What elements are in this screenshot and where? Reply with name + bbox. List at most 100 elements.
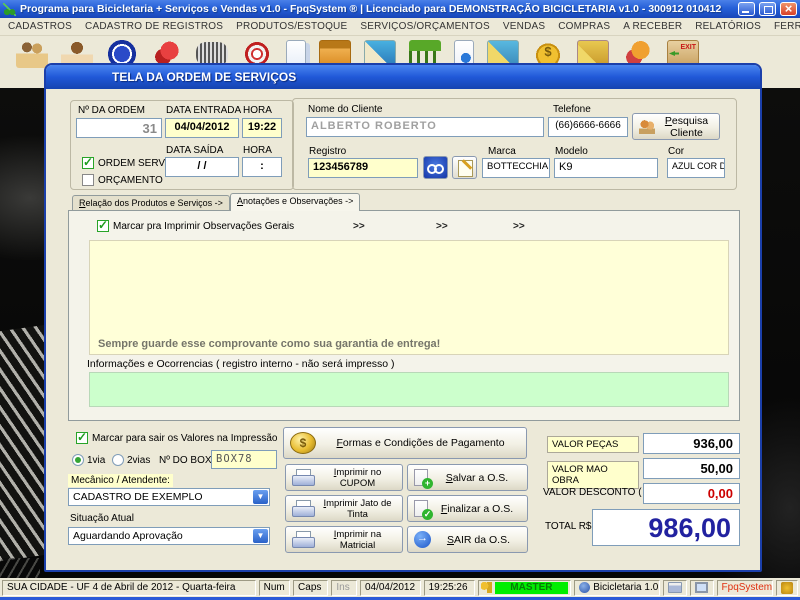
- client-name-field[interactable]: ALBERTO ROBERTO: [306, 117, 544, 137]
- status-user-cell: MASTER: [477, 579, 572, 596]
- menu-produtos-estoque[interactable]: PRODUTOS/ESTOQUE: [236, 21, 347, 32]
- registration-label: Registro: [309, 146, 347, 157]
- phone-field[interactable]: (66)6666-6666: [548, 117, 628, 137]
- bike-lookup-button[interactable]: [423, 156, 448, 179]
- entry-date-label: DATA ENTRADA: [166, 105, 242, 116]
- menu-relatorios[interactable]: RELATÓRIOS: [695, 21, 761, 32]
- observations-text: Sempre guarde esse comprovante como sua …: [98, 338, 441, 350]
- clients-icon[interactable]: [16, 40, 48, 68]
- minimize-button[interactable]: [738, 2, 755, 16]
- parts-value-label: VALOR PEÇAS: [547, 436, 639, 453]
- internal-info-textarea[interactable]: [89, 372, 729, 407]
- dialog-titlebar[interactable]: TELA DA ORDEM DE SERVIÇOS: [46, 65, 760, 89]
- service-order-checkbox[interactable]: [82, 155, 94, 169]
- print-receipt-button[interactable]: Imprimir no CUPOM: [285, 464, 403, 491]
- search-client-icon: [639, 119, 655, 134]
- total-field: 986,00: [592, 509, 740, 546]
- labor-value-field[interactable]: 50,00: [643, 458, 740, 479]
- window-titlebar[interactable]: Programa para Bicicletaria + Serviços e …: [0, 0, 800, 18]
- entry-date-field[interactable]: 04/04/2012: [165, 118, 239, 138]
- gold-lock-icon: [781, 581, 794, 594]
- status-time: 19:25:26: [423, 579, 475, 596]
- one-copy-label: 1via: [87, 455, 106, 466]
- registration-field[interactable]: 123456789: [308, 158, 418, 178]
- two-copies-radio[interactable]: [112, 454, 124, 466]
- printer-icon: [292, 531, 315, 548]
- menu-cadastro-de-registros[interactable]: CADASTRO DE REGISTROS: [85, 21, 223, 32]
- statusbar: SUA CIDADE - UF 4 de Abril de 2012 - Qua…: [0, 578, 800, 597]
- status-app-cell: Bicicletaria 1.0: [574, 579, 661, 596]
- client-name-label: Nome do Cliente: [308, 104, 383, 115]
- brand-field[interactable]: BOTTECCHIA: [482, 158, 550, 178]
- print-inkjet-button[interactable]: Imprimir Jato de Tinta: [285, 495, 403, 522]
- order-number-field[interactable]: 31: [76, 118, 162, 138]
- internal-info-label: Informações e Ocorrencias ( registro int…: [87, 358, 395, 370]
- color-label: Cor: [668, 146, 685, 157]
- budget-checkbox[interactable]: [82, 174, 94, 186]
- menu-a-receber[interactable]: A RECEBER: [623, 21, 682, 32]
- mechanic-label: Mecânico / Atendente:: [68, 474, 173, 487]
- menu-cadastros[interactable]: CADASTROS: [8, 21, 72, 32]
- total-label: TOTAL R$: [545, 521, 592, 532]
- key-icon: [480, 582, 492, 593]
- status-date: 04/04/2012: [359, 579, 421, 596]
- status-app: Bicicletaria 1.0: [593, 582, 659, 593]
- status-lock-cell[interactable]: [776, 579, 798, 596]
- menu-servicos-orcamentos[interactable]: SERVIÇOS/ORÇAMENTOS: [360, 21, 490, 32]
- color-field[interactable]: AZUL COR D: [667, 158, 725, 178]
- print-values-checkbox[interactable]: [76, 430, 88, 444]
- one-copy-radio[interactable]: [72, 454, 84, 466]
- printer-icon: [292, 500, 315, 517]
- tire-tread-texture: [0, 324, 46, 562]
- payment-terms-button[interactable]: Formas e Condições de Pagamento: [283, 427, 527, 459]
- model-field[interactable]: K9: [554, 158, 658, 178]
- menu-ferramentas[interactable]: FERRAMENTAS: [774, 21, 800, 32]
- entry-hour-field[interactable]: 19:22: [242, 118, 282, 138]
- status-printer-cell[interactable]: [663, 579, 687, 596]
- finalize-page-icon: [414, 500, 433, 520]
- app-badge-icon: [579, 582, 591, 593]
- save-order-button[interactable]: Salvar a O.S.: [407, 464, 528, 491]
- general-observations-textarea[interactable]: Sempre guarde esse comprovante como sua …: [89, 240, 729, 355]
- status-monitor-cell[interactable]: [689, 579, 714, 596]
- print-matrix-button[interactable]: Imprimir na Matricial: [285, 526, 403, 553]
- chevron-3: >>: [513, 221, 525, 232]
- restore-button[interactable]: [759, 2, 776, 16]
- discount-label: VALOR DESCONTO ( - ): [543, 487, 654, 498]
- exit-date-field[interactable]: / /: [165, 157, 239, 177]
- search-client-button[interactable]: Pesquisa Cliente: [632, 113, 720, 140]
- box-number-field[interactable]: BOX78: [211, 450, 277, 469]
- printer-icon: [292, 469, 315, 486]
- exit-arrow-icon: [414, 531, 431, 548]
- tab-produtos-servicos[interactable]: Relação dos Produtos e Serviços ->: [72, 195, 230, 211]
- monitor-icon: [695, 582, 709, 593]
- observations-panel: Marcar pra Imprimir Observações Gerais >…: [68, 210, 740, 421]
- menu-vendas[interactable]: VENDAS: [503, 21, 545, 32]
- print-observations-checkbox[interactable]: [97, 218, 109, 232]
- status-location: SUA CIDADE - UF 4 de Abril de 2012 - Qua…: [2, 579, 256, 596]
- exit-hour-field[interactable]: :: [242, 157, 282, 177]
- discount-field[interactable]: 0,00: [643, 483, 740, 504]
- status-numlock: Num: [258, 579, 291, 596]
- tab-anotacoes-observacoes[interactable]: Anotações e Observações ->: [230, 193, 361, 211]
- status-capslock: Caps: [293, 579, 329, 596]
- current-status-label: Situação Atual: [70, 513, 134, 524]
- menubar: CADASTROS CADASTRO DE REGISTROS PRODUTOS…: [0, 18, 800, 36]
- edit-notes-button[interactable]: [452, 156, 477, 179]
- print-values-label: Marcar para sair os Valores na Impressão: [92, 433, 278, 444]
- mechanic-dropdown[interactable]: CADASTRO DE EXEMPLO: [68, 488, 270, 506]
- box-number-label: Nº DO BOX: [159, 455, 212, 466]
- window-title: Programa para Bicicletaria + Serviços e …: [20, 3, 722, 15]
- status-user: MASTER: [494, 581, 569, 594]
- menu-compras[interactable]: COMPRAS: [558, 21, 610, 32]
- current-status-dropdown[interactable]: Aguardando Aprovação: [68, 527, 270, 545]
- finalize-order-button[interactable]: Finalizar a O.S.: [407, 495, 528, 522]
- exit-order-button[interactable]: SAIR da O.S.: [407, 526, 528, 553]
- parts-value-field[interactable]: 936,00: [643, 433, 740, 454]
- order-number-label: Nº DA ORDEM: [78, 105, 145, 116]
- two-copies-label: 2vias: [127, 455, 151, 466]
- coin-icon: [290, 432, 316, 454]
- close-button[interactable]: [780, 1, 797, 16]
- status-system: FpqSystem: [716, 579, 774, 596]
- service-order-dialog: TELA DA ORDEM DE SERVIÇOS Nº DA ORDEM 31…: [44, 63, 762, 572]
